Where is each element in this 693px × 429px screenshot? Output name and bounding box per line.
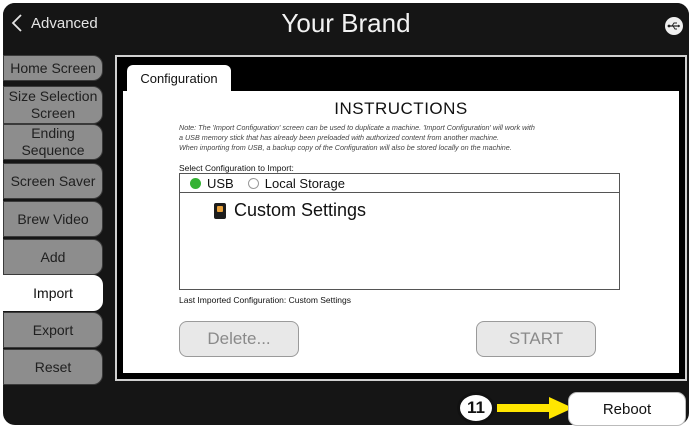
sidebar-item-label: Add: [40, 248, 66, 265]
instructions-title: INSTRUCTIONS: [334, 99, 468, 118]
arrow-right-icon: [497, 397, 573, 419]
instructions-note: Note: The 'Import Configuration' screen …: [179, 123, 639, 153]
sidebar-item-brew-video[interactable]: Brew Video: [3, 201, 103, 237]
source-selector: USB Local Storage: [180, 174, 619, 193]
radio-usb[interactable]: USB: [190, 176, 234, 191]
list-item-label: Custom Settings: [234, 200, 367, 220]
start-button[interactable]: START: [476, 321, 596, 357]
usb-icon[interactable]: [665, 17, 683, 35]
sidebar-item-reset[interactable]: Reset: [3, 349, 103, 385]
list-item[interactable]: Custom Settings: [214, 200, 366, 221]
step-callout-badge: 11: [457, 392, 495, 424]
radio-local-storage[interactable]: Local Storage: [247, 175, 345, 191]
select-configuration-label: Select Configuration to Import:: [179, 163, 294, 173]
panel-content: INSTRUCTIONS Note: The 'Import Configura…: [123, 91, 679, 373]
reboot-button[interactable]: Reboot: [568, 392, 686, 426]
app-frame: Advanced Your Brand Home Screen Size Sel…: [3, 3, 689, 425]
top-bar: Advanced Your Brand: [3, 3, 689, 47]
sidebar-item-ending-sequence[interactable]: Ending Sequence: [3, 124, 103, 160]
usb-glyph: [667, 22, 680, 30]
radio-unselected-icon: [247, 177, 259, 189]
sidebar-item-label: Import: [33, 284, 73, 301]
import-panel: Configuration INSTRUCTIONS Note: The 'Im…: [115, 55, 687, 381]
sidebar-item-export[interactable]: Export: [3, 312, 103, 348]
radio-local-label: Local Storage: [264, 175, 345, 191]
sidebar-item-label: Home Screen: [10, 59, 96, 76]
note-line: When importing from USB, a backup copy o…: [179, 143, 512, 152]
sidebar-item-import[interactable]: Import: [3, 275, 103, 311]
last-imported-label: Last Imported Configuration: Custom Sett…: [179, 295, 351, 305]
brand-title: Your Brand: [281, 8, 411, 38]
sidebar-item-label: Reset: [34, 358, 72, 375]
sidebar-item-label: Ending Sequence: [21, 125, 85, 158]
delete-button[interactable]: Delete...: [179, 321, 299, 357]
note-line: Note: The 'Import Configuration' screen …: [179, 123, 535, 132]
sidebar-item-home-screen[interactable]: Home Screen: [3, 55, 103, 81]
sidebar-item-label: Screen Saver: [10, 172, 96, 189]
sidebar-item-size-selection-screen[interactable]: Size Selection Screen: [3, 86, 103, 124]
sidebar-item-label: Export: [32, 321, 74, 338]
note-line: a USB memory stick that has already been…: [179, 133, 500, 142]
radio-usb-label: USB: [207, 175, 234, 191]
tab-configuration[interactable]: Configuration: [127, 65, 231, 93]
sidebar-item-add[interactable]: Add: [3, 239, 103, 275]
sidebar-item-screen-saver[interactable]: Screen Saver: [3, 163, 103, 199]
sidebar-item-label: Size Selection Screen: [8, 88, 98, 121]
config-file-icon: [214, 202, 226, 219]
radio-selected-icon: [190, 177, 201, 189]
sidebar-item-label: Brew Video: [17, 210, 89, 227]
configuration-list-box: USB Local Storage Custom Settings: [179, 173, 620, 290]
